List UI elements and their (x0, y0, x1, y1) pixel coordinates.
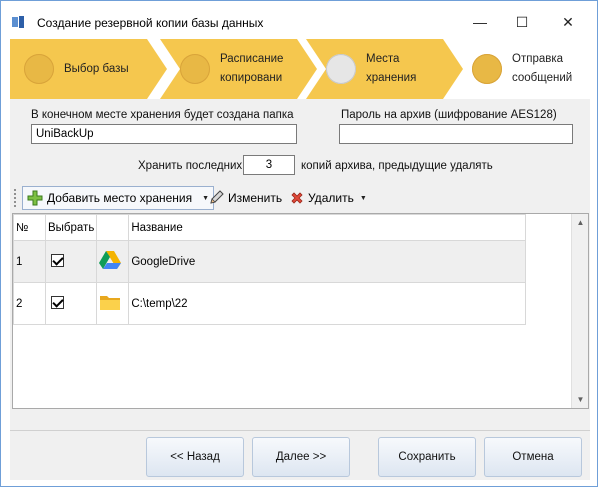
button-bar: << Назад Далее >> Сохранить Отмена (10, 430, 590, 480)
step-label: Места хранения (366, 53, 417, 84)
cell-number: 2 (13, 282, 46, 325)
row-checkbox[interactable] (51, 253, 64, 267)
maximize-button[interactable]: ☐ (507, 9, 537, 35)
folder-input[interactable] (31, 124, 297, 144)
scroll-down-icon[interactable]: ▼ (572, 391, 589, 408)
add-storage-label: Добавить место хранения (47, 191, 193, 205)
scroll-up-icon[interactable]: ▲ (572, 214, 589, 231)
pencil-icon (210, 190, 224, 204)
column-header-icon[interactable] (96, 214, 130, 241)
keep-count-input[interactable] (243, 155, 295, 175)
step-dot-icon (326, 54, 356, 84)
step-dot-icon (24, 54, 54, 84)
step-label: Отправка сообщений (512, 53, 573, 84)
app-window: Создание резервной копии базы данных — ☐… (0, 0, 598, 487)
edit-label: Изменить (228, 191, 283, 205)
password-input[interactable] (339, 124, 573, 144)
close-icon: ✕ (562, 13, 574, 30)
delete-button[interactable]: Удалить ▼ (286, 186, 371, 210)
storage-toolbar: Добавить место хранения ▼ Изменить Удали… (12, 185, 369, 211)
step-label: Выбор базы (64, 62, 129, 75)
table-header: № Выбрать Название (13, 214, 526, 241)
table-row[interactable]: 2 C:\temp\22 (13, 282, 526, 325)
delete-label: Удалить (308, 191, 354, 205)
edit-button[interactable]: Изменить (204, 186, 286, 210)
cell-number: 1 (13, 240, 46, 283)
cell-name: GoogleDrive (128, 240, 526, 283)
step-select-database[interactable]: Выбор базы (10, 39, 167, 99)
keep-prefix-label: Хранить последних (138, 160, 243, 172)
cell-icon (96, 240, 130, 283)
step-schedule[interactable]: Расписание копировани (160, 39, 317, 99)
main-panel: В конечном месте хранения будет создана … (10, 99, 590, 430)
step-storage[interactable]: Места хранения (306, 39, 463, 99)
toolbar-grip[interactable] (14, 189, 18, 207)
minimize-icon: — (473, 14, 487, 30)
step-dot-icon (472, 54, 502, 84)
table-row[interactable]: 1 GoogleDrive (13, 240, 526, 283)
close-button[interactable]: ✕ (553, 9, 583, 35)
maximize-icon: ☐ (515, 13, 529, 30)
step-label: Расписание копировани (220, 53, 284, 84)
storage-table: № Выбрать Название 1 GoogleDrive 2 C:\te… (12, 213, 589, 409)
plus-icon (27, 190, 43, 206)
title-bar[interactable]: Создание резервной копии базы данных — ☐… (1, 1, 597, 39)
wizard-steps: Выбор базы Расписание копировани Места х… (10, 39, 588, 99)
cancel-button[interactable]: Отмена (484, 437, 582, 477)
app-icon (12, 16, 24, 28)
column-header-name[interactable]: Название (128, 214, 526, 241)
step-dot-icon (180, 54, 210, 84)
save-button[interactable]: Сохранить (378, 437, 476, 477)
window-title: Создание резервной копии базы данных (37, 16, 264, 30)
row-checkbox[interactable] (51, 295, 64, 309)
minimize-button[interactable]: — (465, 9, 495, 35)
password-label: Пароль на архив (шифрование AES128) (341, 109, 557, 121)
folder-icon (100, 296, 121, 310)
cell-icon (96, 282, 130, 325)
column-header-select[interactable]: Выбрать (44, 214, 98, 241)
column-header-number[interactable]: № (13, 214, 46, 241)
cell-name: C:\temp\22 (128, 282, 526, 325)
next-button[interactable]: Далее >> (252, 437, 350, 477)
add-storage-button[interactable]: Добавить место хранения ▼ (22, 186, 215, 210)
back-button[interactable]: << Назад (146, 437, 244, 477)
cell-select[interactable] (44, 282, 98, 325)
vertical-scrollbar[interactable]: ▲ ▼ (571, 214, 588, 408)
google-drive-icon (99, 251, 122, 269)
delete-x-icon (291, 192, 303, 204)
cell-select[interactable] (44, 240, 98, 283)
step-notifications[interactable]: Отправка сообщений (454, 39, 588, 99)
keep-suffix-label: копий архива, предыдущие удалять (301, 160, 493, 172)
folder-label: В конечном месте хранения будет создана … (31, 109, 294, 121)
chevron-down-icon[interactable]: ▼ (360, 195, 367, 202)
